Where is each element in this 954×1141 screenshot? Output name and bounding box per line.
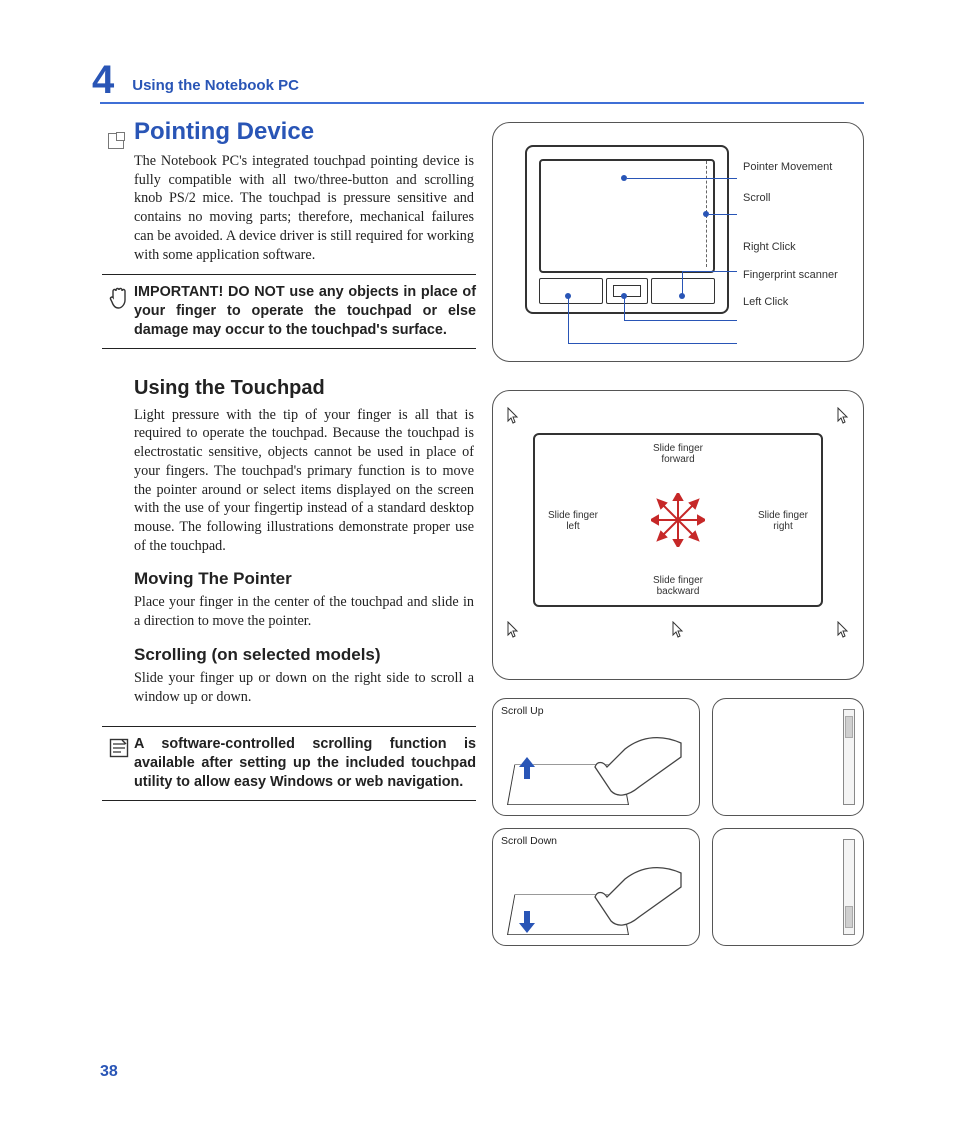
pointing-device-icon: [108, 133, 124, 149]
figure-scroll-up: Scroll Up: [492, 698, 700, 816]
label-scroll-up: Scroll Up: [501, 705, 544, 717]
label-scroll-down: Scroll Down: [501, 835, 557, 847]
touchpad-labels: Pointer Movement Scroll Right Click Fing…: [743, 161, 838, 323]
label-fingerprint: Fingerprint scanner: [743, 269, 838, 282]
touchpad-fingerprint-scanner: [606, 278, 648, 304]
leader-line: [627, 178, 737, 179]
finger-up-icon: [583, 713, 683, 803]
label-pointer-movement: Pointer Movement: [743, 161, 838, 174]
figure-touchpad-overview: Pointer Movement Scroll Right Click Fing…: [492, 122, 864, 362]
touchpad-surface: [539, 159, 715, 273]
leader-line: [568, 343, 737, 344]
label-left-click: Left Click: [743, 296, 838, 309]
paragraph-scrolling: Slide your finger up or down on the righ…: [134, 669, 474, 706]
right-column: Pointer Movement Scroll Right Click Fing…: [492, 118, 864, 946]
label-slide-forward: Slide finger forward: [638, 443, 718, 465]
callout-important: IMPORTANT! DO NOT use any objects in pla…: [102, 274, 476, 348]
leader-line: [624, 320, 737, 321]
scrollbar: [843, 709, 855, 805]
note-icon: [104, 735, 134, 759]
figure-scroll-down: Scroll Down: [492, 828, 700, 946]
scrollbar: [843, 839, 855, 935]
window-scroll-up: [712, 698, 864, 816]
leader-line: [682, 271, 737, 272]
arrow-down-icon: [519, 911, 535, 933]
leader-line: [568, 296, 570, 343]
label-slide-backward: Slide finger backward: [638, 575, 718, 597]
figure-scroll-up-row: Scroll Up: [492, 698, 864, 816]
cursor-icon: [507, 621, 519, 639]
heading-pointing-device: Pointing Device: [134, 118, 474, 146]
figure-scroll-down-row: Scroll Down: [492, 828, 864, 946]
chapter-header: 4 Using the Notebook PC: [100, 60, 864, 104]
window-scroll-down: [712, 828, 864, 946]
chapter-title: Using the Notebook PC: [132, 77, 299, 94]
arrow-up-icon: [519, 757, 535, 779]
heading-using-touchpad: Using the Touchpad: [134, 377, 474, 400]
heading-scrolling: Scrolling (on selected models): [134, 645, 474, 665]
touchpad-outline: [525, 145, 729, 314]
left-column: Pointing Device The Notebook PC's integr…: [134, 118, 474, 946]
cursor-icon: [837, 621, 849, 639]
scrollbar-thumb: [845, 906, 853, 928]
callout-important-text: IMPORTANT! DO NOT use any objects in pla…: [134, 283, 476, 339]
cursor-icon: [672, 621, 684, 639]
heading-moving-pointer: Moving The Pointer: [134, 569, 474, 589]
cursor-icon: [837, 407, 849, 425]
leader-line: [709, 214, 737, 215]
touchpad-button-row: [539, 278, 715, 304]
chapter-number: 4: [92, 60, 114, 100]
callout-note-text: A software-controlled scrolling function…: [134, 735, 476, 791]
manual-page: 4 Using the Notebook PC Pointing Device …: [0, 0, 954, 1141]
paragraph-moving-pointer: Place your finger in the center of the t…: [134, 593, 474, 630]
finger-down-icon: [583, 843, 683, 933]
direction-star-icon: [651, 493, 705, 547]
page-number: 38: [100, 1063, 118, 1081]
paragraph-using-touchpad: Light pressure with the tip of your fing…: [134, 406, 474, 556]
inner-touchpad: Slide finger forward Slide finger backwa…: [533, 433, 823, 607]
label-scroll: Scroll: [743, 192, 838, 205]
paragraph-pointing-device: The Notebook PC's integrated touchpad po…: [134, 152, 474, 264]
label-slide-left: Slide finger left: [541, 510, 605, 532]
cursor-icon: [507, 407, 519, 425]
scrollbar-thumb: [845, 716, 853, 738]
leader-line: [624, 296, 626, 320]
hand-stop-icon: [104, 283, 134, 311]
figure-slide-directions: Slide finger forward Slide finger backwa…: [492, 390, 864, 680]
content-grid: Pointing Device The Notebook PC's integr…: [134, 118, 864, 946]
leader-line: [682, 271, 684, 296]
callout-note: A software-controlled scrolling function…: [102, 726, 476, 800]
touchpad-left-button: [539, 278, 603, 304]
label-slide-right: Slide finger right: [751, 510, 815, 532]
label-right-click: Right Click: [743, 241, 838, 254]
